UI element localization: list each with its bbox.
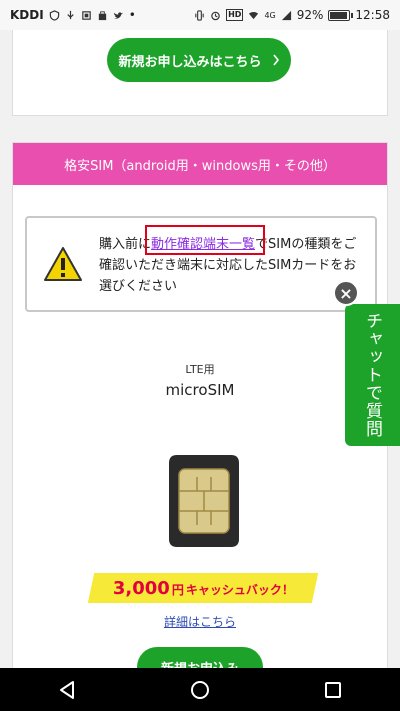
web-page[interactable]: 新規お申し込みはこちら 格安SIM（android用・windows用・その他）… [0, 30, 400, 668]
bag-icon [98, 10, 106, 20]
chat-tab[interactable]: チャットで質問 [345, 304, 400, 446]
more-notifications-icon: • [128, 8, 136, 22]
twitter-icon [113, 11, 123, 19]
chat-label: チャットで質問 [362, 312, 382, 438]
details-link[interactable]: 詳細はこちら [13, 613, 387, 630]
carrier-label: KDDI [10, 8, 44, 22]
shield-icon [49, 9, 59, 21]
wifi-icon [249, 11, 259, 19]
apply-button-bottom-label: 新規お申込み [161, 658, 239, 669]
cashback-unit: 円 [171, 582, 184, 597]
apply-button-label: 新規お申し込みはこちら [118, 54, 262, 70]
sim-type-name: microSIM [165, 381, 235, 399]
android-nav-bar [0, 668, 400, 711]
close-icon[interactable]: × [333, 280, 359, 306]
sim-card-image [169, 455, 239, 547]
cashback-text: キャッシュバック！ [185, 582, 294, 597]
top-card: 新規お申し込みはこちら [12, 30, 388, 116]
network-type: 4G [264, 10, 276, 20]
alarm-icon [211, 11, 220, 20]
apply-button-bottom[interactable]: 新規お申込み [137, 647, 263, 668]
sim-card-section: 格安SIM（android用・windows用・その他） 購入前に動作確認端末一… [12, 142, 388, 668]
warning-icon [44, 247, 82, 281]
chevron-right-icon [272, 54, 279, 66]
status-bar: KDDI • HD 4G 92% 12:58 [0, 0, 400, 30]
signal-icon [281, 10, 291, 20]
cashback-banner: 3,000 円 キャッシュバック！ [87, 573, 319, 603]
recents-icon[interactable] [321, 678, 345, 702]
section-header: 格安SIM（android用・windows用・その他） [13, 143, 387, 185]
battery-icon [328, 9, 354, 21]
battery-percent: 92% [296, 8, 324, 22]
usb-icon [67, 10, 74, 19]
warning-text-before: 購入前に [99, 237, 152, 252]
vibrate-icon [195, 9, 204, 21]
back-icon[interactable] [55, 678, 79, 702]
highlight-box [145, 225, 265, 255]
hd-badge: HD [226, 9, 244, 21]
apply-button-top[interactable]: 新規お申し込みはこちら [107, 38, 291, 82]
lte-label: LTE用 [185, 363, 215, 376]
clock: 12:58 [355, 8, 390, 22]
cashback-amount: 3,000 [112, 577, 170, 599]
sim-notification-icon [81, 10, 91, 20]
home-icon[interactable] [188, 678, 212, 702]
